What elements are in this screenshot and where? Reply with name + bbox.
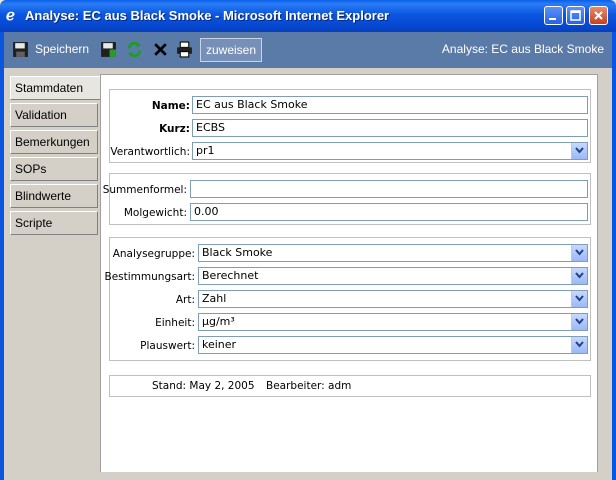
window-frame-right — [612, 32, 616, 480]
einheit-select[interactable]: µg/m³ — [198, 313, 588, 331]
save-green-icon — [101, 41, 116, 57]
status-bar — [4, 472, 612, 480]
save-button[interactable]: Speichern — [12, 38, 89, 60]
art-select[interactable]: Zahl — [198, 290, 588, 308]
save-icon — [13, 41, 28, 57]
print-button[interactable] — [176, 38, 193, 60]
plauswert-select[interactable]: keiner — [198, 336, 588, 354]
molgewicht-label: Molgewicht: — [123, 207, 187, 219]
chevron-down-icon — [571, 245, 587, 261]
einheit-label: Einheit: — [155, 317, 195, 329]
close-button[interactable] — [589, 6, 608, 25]
kurz-input[interactable]: ECBS — [192, 119, 588, 137]
tab-validation[interactable]: Validation — [10, 103, 98, 127]
minimize-icon — [549, 18, 556, 20]
tab-list: Stammdaten Validation Bemerkungen SOPs B… — [10, 76, 100, 238]
chevron-down-icon — [571, 337, 587, 353]
maximize-button[interactable] — [566, 6, 585, 25]
chevron-down-icon — [571, 314, 587, 330]
analyse-group: Analysegruppe: Black Smoke Bestimmungsar… — [105, 237, 591, 361]
delete-icon — [154, 42, 167, 56]
formel-group: Summenformel: Molgewicht: 0.00 — [103, 173, 591, 225]
kurz-label: Kurz: — [159, 123, 190, 135]
minimize-button[interactable] — [544, 6, 563, 25]
ie-icon: ℯ — [6, 6, 15, 24]
art-label: Art: — [175, 294, 195, 306]
chevron-down-icon — [571, 143, 587, 159]
title-bar[interactable]: ℯ Analyse: EC aus Black Smoke - Microsof… — [0, 0, 616, 32]
print-icon — [177, 41, 192, 57]
verantwortlich-label: Verantwortlich: — [110, 146, 190, 158]
record-status: Stand: May 2, 2005 Bearbeiter: adm — [109, 375, 591, 397]
bearbeiter-text: Bearbeiter: adm — [266, 380, 352, 392]
tab-scripte[interactable]: Scripte — [10, 211, 98, 235]
name-label: Name: — [151, 100, 190, 112]
close-icon — [594, 11, 603, 20]
art-value: Zahl — [202, 292, 227, 305]
tab-stammdaten[interactable]: Stammdaten — [10, 76, 100, 100]
bestimmungsart-label: Bestimmungsart: — [104, 271, 195, 283]
stand-text: Stand: May 2, 2005 — [152, 380, 255, 392]
refresh-icon — [127, 41, 142, 57]
delete-button[interactable] — [152, 38, 169, 60]
save-green-button[interactable] — [100, 38, 117, 60]
content-area: Stammdaten Validation Bemerkungen SOPs B… — [4, 68, 612, 480]
analysegruppe-value: Black Smoke — [202, 246, 273, 259]
plauswert-value: keiner — [202, 338, 237, 351]
toolbar-title: Analyse: EC aus Black Smoke — [441, 42, 604, 56]
chevron-down-icon — [571, 268, 587, 284]
chevron-down-icon — [571, 291, 587, 307]
tab-blindwerte[interactable]: Blindwerte — [10, 184, 98, 208]
tab-bemerkungen[interactable]: Bemerkungen — [10, 130, 98, 154]
bestimmungsart-select[interactable]: Berechnet — [198, 267, 588, 285]
einheit-value: µg/m³ — [202, 315, 235, 328]
bestimmungsart-value: Berechnet — [202, 269, 259, 282]
form-panel: Name: EC aus Black Smoke Kurz: ECBS Vera… — [100, 74, 598, 478]
toolbar: Speichern zuweisen Analyse: EC aus Black… — [4, 32, 612, 68]
analysegruppe-select[interactable]: Black Smoke — [198, 244, 588, 262]
save-label: Speichern — [35, 42, 90, 56]
window-title: Analyse: EC aus Black Smoke - Microsoft … — [25, 8, 390, 23]
assign-button[interactable]: zuweisen — [200, 38, 262, 62]
maximize-icon — [570, 10, 581, 21]
summenformel-label: Summenformel: — [102, 184, 187, 196]
verantwortlich-value: pr1 — [196, 144, 215, 157]
molgewicht-input[interactable]: 0.00 — [190, 203, 588, 221]
analysegruppe-label: Analysegruppe: — [112, 248, 195, 260]
summenformel-input[interactable] — [190, 180, 588, 198]
name-input[interactable]: EC aus Black Smoke — [192, 96, 588, 114]
tab-sops[interactable]: SOPs — [10, 157, 98, 181]
plauswert-label: Plauswert: — [140, 340, 195, 352]
refresh-button[interactable] — [126, 38, 143, 60]
stammdaten-group: Name: EC aus Black Smoke Kurz: ECBS Vera… — [109, 89, 591, 163]
verantwortlich-select[interactable]: pr1 — [192, 142, 588, 160]
